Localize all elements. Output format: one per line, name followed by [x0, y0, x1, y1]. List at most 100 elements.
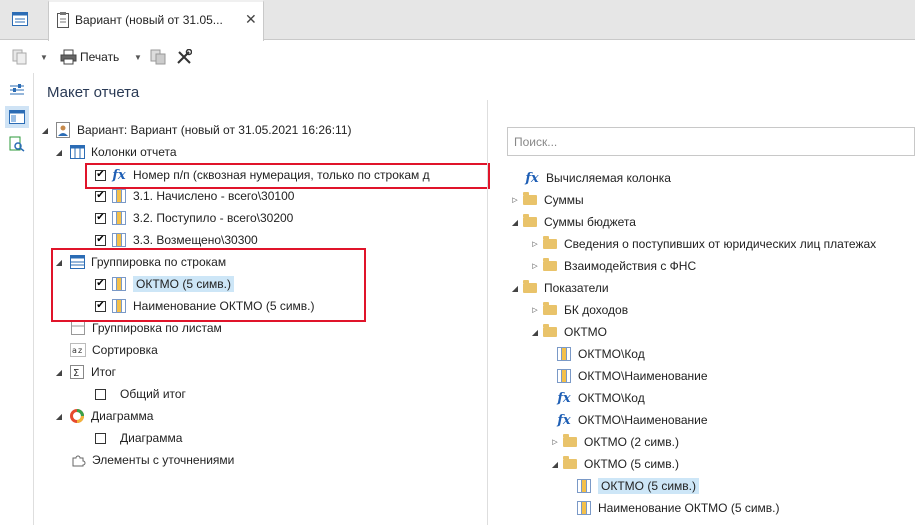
collapsed-icon[interactable]: ▷ [530, 306, 540, 314]
tree-label: Колонки отчета [91, 145, 177, 159]
field-oktmo-5-item[interactable]: ОКТМО (5 симв.) [576, 476, 699, 496]
tree-sorting[interactable]: az Сортировка [64, 340, 158, 360]
checkbox[interactable] [95, 234, 106, 246]
collapsed-icon[interactable]: ▷ [530, 240, 540, 248]
tree-column-item[interactable]: 3.1. Начислено - всего\30100 [95, 186, 294, 206]
tree-label: Сведения о поступивших от юридических ли… [564, 237, 877, 251]
checkbox[interactable] [95, 190, 106, 202]
tree-column-item[interactable]: 3.2. Поступило - всего\30200 [95, 208, 293, 228]
field-oktmo[interactable]: ◢ ОКТМО [530, 322, 607, 342]
svg-text:Σ: Σ [73, 368, 79, 379]
field-budget-child[interactable]: ▷ Сведения о поступивших от юридических … [530, 234, 876, 254]
sliders-icon [10, 84, 24, 95]
field-budget-child[interactable]: ▷ Взаимодействия с ФНС [530, 256, 696, 276]
field-oktmo-2[interactable]: ▷ ОКТМО (2 симв.) [550, 432, 679, 452]
highlight-box [85, 163, 490, 189]
checkbox[interactable] [95, 212, 106, 224]
tree-label: Диаграмма [91, 409, 154, 423]
field-oktmo-5-name[interactable]: Наименование ОКТМО (5 симв.) [576, 498, 780, 518]
grid-icon [12, 12, 28, 26]
tree-total[interactable]: ◢ Σ Итог [54, 362, 116, 382]
field-budget-sums[interactable]: ◢ Суммы бюджета [510, 212, 636, 232]
field-indicators[interactable]: ◢ Показатели [510, 278, 609, 298]
sigma-icon: Σ [69, 364, 85, 380]
layout-button[interactable] [5, 106, 29, 128]
tree-columns-group[interactable]: ◢ Колонки отчета [54, 142, 177, 162]
export-button[interactable] [150, 47, 166, 67]
chevron-down-icon: ▼ [134, 52, 142, 62]
expanded-icon[interactable]: ◢ [510, 284, 520, 293]
tree-column-item[interactable]: 3.3. Возмещено\30300 [95, 230, 258, 250]
table-icon [111, 188, 127, 204]
copy-icon [12, 49, 27, 65]
tree-label: 3.2. Поступило - всего\30200 [133, 211, 294, 225]
tree-chart-item[interactable]: Диаграмма [95, 428, 182, 448]
tree-label: Общий итог [120, 387, 186, 401]
table-icon [576, 478, 592, 494]
settings-button[interactable] [176, 47, 192, 67]
folder-icon [542, 236, 558, 252]
expanded-icon[interactable]: ◢ [550, 460, 560, 469]
folder-open-icon [522, 214, 538, 230]
user-report-icon [55, 122, 71, 138]
folder-icon [562, 434, 578, 450]
tree-label: Суммы бюджета [544, 215, 636, 229]
field-oktmo-code-fx[interactable]: fx ОКТМО\Код [556, 388, 644, 408]
field-computed[interactable]: fx Вычисляемая колонка [524, 168, 671, 188]
checkbox[interactable] [95, 388, 106, 400]
field-oktmo-5[interactable]: ◢ ОКТМО (5 симв.) [550, 454, 679, 474]
expanded-icon[interactable]: ◢ [530, 328, 540, 337]
expanded-icon[interactable]: ◢ [40, 126, 50, 135]
tree-label: Суммы [544, 193, 584, 207]
print-dropdown[interactable]: ▼ [134, 47, 142, 67]
tree-label: 3.3. Возмещено\30300 [133, 233, 258, 247]
copy-button[interactable] [12, 47, 28, 67]
field-oktmo-name-fx[interactable]: fx ОКТМО\Наименование [556, 410, 707, 430]
home-button[interactable] [0, 0, 40, 38]
close-icon[interactable]: ✕ [245, 11, 257, 28]
tree-refinements[interactable]: Элементы с уточнениями [64, 450, 234, 470]
collapsed-icon[interactable]: ▷ [510, 196, 520, 204]
checkbox[interactable] [95, 432, 106, 444]
field-sums[interactable]: ▷ Суммы [510, 190, 584, 210]
expanded-icon[interactable]: ◢ [510, 218, 520, 227]
expanded-icon[interactable]: ◢ [54, 148, 64, 157]
tree-label: Группировка по листам [92, 321, 222, 335]
tab-variant[interactable]: Вариант (новый от 31.05... ✕ [48, 0, 264, 41]
tree-label: Наименование ОКТМО (5 симв.) [598, 501, 780, 515]
collapsed-icon[interactable]: ▷ [550, 438, 560, 446]
tree-label: ОКТМО\Код [578, 347, 645, 361]
properties-button[interactable] [5, 79, 29, 101]
highlight-box [51, 248, 366, 322]
tree-root[interactable]: ◢ Вариант: Вариант (новый от 31.05.2021 … [40, 120, 352, 140]
puzzle-icon [70, 452, 86, 468]
copy-dropdown[interactable]: ▼ [40, 47, 48, 67]
search-document-icon [9, 136, 25, 152]
tree-label: Показатели [544, 281, 609, 295]
tree-label: Итог [91, 365, 117, 379]
printer-icon [60, 49, 77, 65]
svg-text:z: z [78, 346, 82, 355]
fx-icon: fx [557, 412, 571, 428]
tree-label: ОКТМО\Наименование [578, 369, 708, 383]
splitter[interactable] [487, 100, 488, 525]
tree-label: ОКТМО (2 симв.) [584, 435, 679, 449]
collapsed-icon[interactable]: ▷ [530, 262, 540, 270]
search-input[interactable] [508, 128, 914, 155]
sort-icon: az [70, 342, 86, 358]
print-button[interactable]: Печать [60, 47, 119, 67]
field-oktmo-code[interactable]: ОКТМО\Код [556, 344, 645, 364]
document-icon [57, 12, 69, 28]
preview-button[interactable] [5, 133, 29, 155]
field-bk-income[interactable]: ▷ БК доходов [530, 300, 628, 320]
export-icon [150, 49, 166, 65]
expanded-icon[interactable]: ◢ [54, 412, 64, 421]
tree-label: Элементы с уточнениями [92, 453, 235, 467]
field-oktmo-name[interactable]: ОКТМО\Наименование [556, 366, 708, 386]
tree-chart[interactable]: ◢ Диаграмма [54, 406, 153, 426]
tree-total-item[interactable]: Общий итог [95, 384, 186, 404]
search-box[interactable] [507, 127, 915, 156]
expanded-icon[interactable]: ◢ [54, 368, 64, 377]
svg-text:a: a [72, 346, 77, 355]
tree-label: Взаимодействия с ФНС [564, 259, 697, 273]
